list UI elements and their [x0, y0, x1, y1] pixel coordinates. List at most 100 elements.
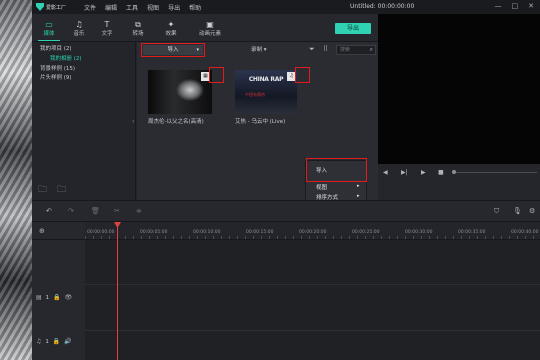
menu-tools[interactable]: 工具 [126, 3, 138, 12]
tab-elements[interactable]: ▣ 动画元素 [192, 20, 228, 37]
tab-media-label: 媒体 [43, 31, 55, 37]
time-ruler[interactable]: 00:00:00:00 00:00:05:00 00:00:10:00 00:0… [85, 222, 540, 240]
lock-icon[interactable]: 🔒 [53, 294, 60, 301]
collapse-chevron-icon[interactable]: ‹ [132, 118, 134, 125]
redo-icon[interactable]: ↷ [68, 207, 74, 215]
stop-icon[interactable]: ■ [438, 169, 444, 176]
menu-edit[interactable]: 编辑 [105, 3, 117, 12]
media-item-label: 艾热 - 乌云中 (Live) [235, 119, 286, 125]
tab-transitions[interactable]: ⧉ 转场 [123, 20, 153, 37]
microphone-icon[interactable]: 🎙 [513, 207, 522, 215]
logo-text: 爱影工厂 [46, 4, 67, 11]
search-placeholder: 搜索 [340, 47, 351, 53]
video-type-icon: ▦ [201, 72, 210, 81]
window-controls: — □ ✕ [495, 2, 535, 10]
adjust-icon[interactable]: ≑ [136, 207, 142, 215]
record-dropdown[interactable]: 录制 ▾ [251, 45, 267, 53]
ruler-tick-label: 00:00:20:00 [299, 230, 327, 235]
prev-frame-icon[interactable]: ◀ [383, 169, 388, 176]
folder-actions: 🗀 🗀 [38, 182, 66, 198]
nav-background-samples[interactable]: 背景样例 (15) [40, 64, 75, 72]
playhead[interactable] [117, 222, 118, 360]
tab-text[interactable]: T 文字 [92, 20, 122, 37]
logo-icon [36, 3, 44, 11]
grid-view-icon[interactable]: ⠿ [323, 45, 328, 53]
media-item-audio-1[interactable]: CHINA RAP 中国有嘻哈 ♫ [235, 70, 297, 114]
transition-icon: ⧉ [135, 20, 141, 29]
audio-track-header: ♫ 1 🔒 🔊 [36, 338, 72, 345]
tab-music-label: 音乐 [73, 31, 85, 37]
chevron-down-icon: ▾ [263, 47, 267, 53]
track-divider [85, 284, 540, 285]
add-track-icon[interactable]: ⊕ [39, 227, 45, 235]
filter-icon[interactable]: ⏷ [309, 45, 315, 54]
ruler-tick-label: 00:00:05:00 [140, 230, 168, 235]
timeline-tracks[interactable] [85, 240, 540, 360]
new-folder-icon[interactable]: 🗀 [38, 182, 47, 198]
maximize-icon[interactable]: □ [512, 2, 519, 10]
tab-effects[interactable]: ✦ 效果 [156, 20, 186, 37]
submenu-arrow-icon: ▸ [357, 183, 360, 189]
cut-icon[interactable]: ✂ [114, 207, 120, 215]
nav-my-album[interactable]: 我的相册 (2) [50, 54, 82, 62]
step-forward-icon[interactable]: ▶| [401, 169, 408, 176]
desktop-backdrop [0, 0, 36, 360]
track-divider [85, 330, 540, 331]
play-icon[interactable]: ▶ [421, 169, 426, 176]
delete-icon[interactable]: 🗑 [91, 207, 100, 215]
ruler-tick-label: 00:00:40:00 [511, 230, 539, 235]
undo-icon[interactable]: ↶ [46, 207, 52, 215]
menu-file[interactable]: 文件 [84, 3, 96, 12]
eye-icon[interactable]: 👁 [65, 294, 73, 301]
search-icon[interactable]: ⌕ [370, 46, 373, 54]
tab-transitions-label: 转场 [132, 31, 144, 37]
speaker-icon[interactable]: 🔊 [64, 338, 71, 345]
seek-bar[interactable] [455, 172, 537, 173]
media-action-bar: 导入 ▾ 录制 ▾ ⏷ ⠿ 搜索 ⌕ [137, 42, 378, 58]
nav-my-projects[interactable]: 我的项目 (2) [40, 44, 72, 52]
music-note-icon: ♫ [75, 20, 83, 29]
menu-view[interactable]: 视图 [147, 3, 159, 12]
import-dropdown[interactable]: 导入 ▾ [143, 45, 203, 55]
elements-icon: ▣ [206, 20, 214, 29]
video-editor-window: 爱影工厂 文件 编辑 工具 视图 导出 帮助 Untitled: 00:00:0… [32, 0, 540, 360]
app-logo: 爱影工厂 [32, 3, 84, 11]
minimize-icon[interactable]: — [495, 2, 502, 10]
audio-track-label: 1 [45, 338, 49, 345]
lock-icon[interactable]: 🔒 [53, 338, 60, 345]
media-item-label: 周杰伦-以父之名(高清) [148, 119, 204, 125]
seek-handle[interactable] [452, 170, 456, 174]
screen: 爱影工厂 文件 编辑 工具 视图 导出 帮助 Untitled: 00:00:0… [0, 0, 540, 360]
album-subtitle: 中国有嘻哈 [245, 92, 265, 97]
timeline-toolbar: ↶ ↷ 🗑 ✂ ≑ ⛉ 🎙 ⚙ [32, 200, 540, 222]
ruler-tick-label: 00:00:35:00 [458, 230, 486, 235]
audio-track-icon: ♫ [36, 338, 42, 345]
text-icon: T [104, 20, 110, 29]
folder-icon: ▭ [45, 20, 53, 29]
menu-help[interactable]: 帮助 [189, 3, 201, 12]
title-bar: 爱影工厂 文件 编辑 工具 视图 导出 帮助 Untitled: 00:00:0… [32, 0, 540, 14]
nav-intro-samples[interactable]: 片头样例 (9) [40, 73, 72, 81]
preview-player [378, 14, 540, 164]
media-item-video-1[interactable]: ▦ [148, 70, 212, 114]
tab-music[interactable]: ♫ 音乐 [64, 20, 94, 37]
video-track-label: 1 [45, 294, 50, 301]
video-track-header: ▤ 1 🔒 👁 [36, 294, 72, 301]
context-menu-import[interactable]: 导入 [316, 166, 327, 174]
export-button[interactable]: 导出 [335, 23, 371, 34]
media-nav-panel: 我的项目 (2) 我的相册 (2) 背景样例 (15) 片头样例 (9) ‹ 🗀… [32, 42, 136, 200]
delete-folder-icon[interactable]: 🗀 [57, 182, 66, 198]
tab-elements-label: 动画元素 [198, 31, 221, 37]
marker-icon[interactable]: ⛉ [494, 207, 499, 216]
ruler-tick-label: 00:00:15:00 [246, 230, 274, 235]
video-track-icon: ▤ [36, 294, 42, 301]
menu-export[interactable]: 导出 [168, 3, 180, 12]
settings-icon[interactable]: ⚙ [529, 207, 535, 215]
search-input[interactable]: 搜索 ⌕ [336, 45, 376, 55]
close-icon[interactable]: ✕ [528, 2, 534, 10]
tab-media[interactable]: ▭ 媒体 [34, 20, 64, 41]
ruler-tick-label: 00:00:10:00 [193, 230, 221, 235]
tab-effects-label: 效果 [165, 31, 177, 37]
ruler-ticks [85, 236, 540, 239]
context-menu-view[interactable]: 视图 [316, 183, 327, 191]
